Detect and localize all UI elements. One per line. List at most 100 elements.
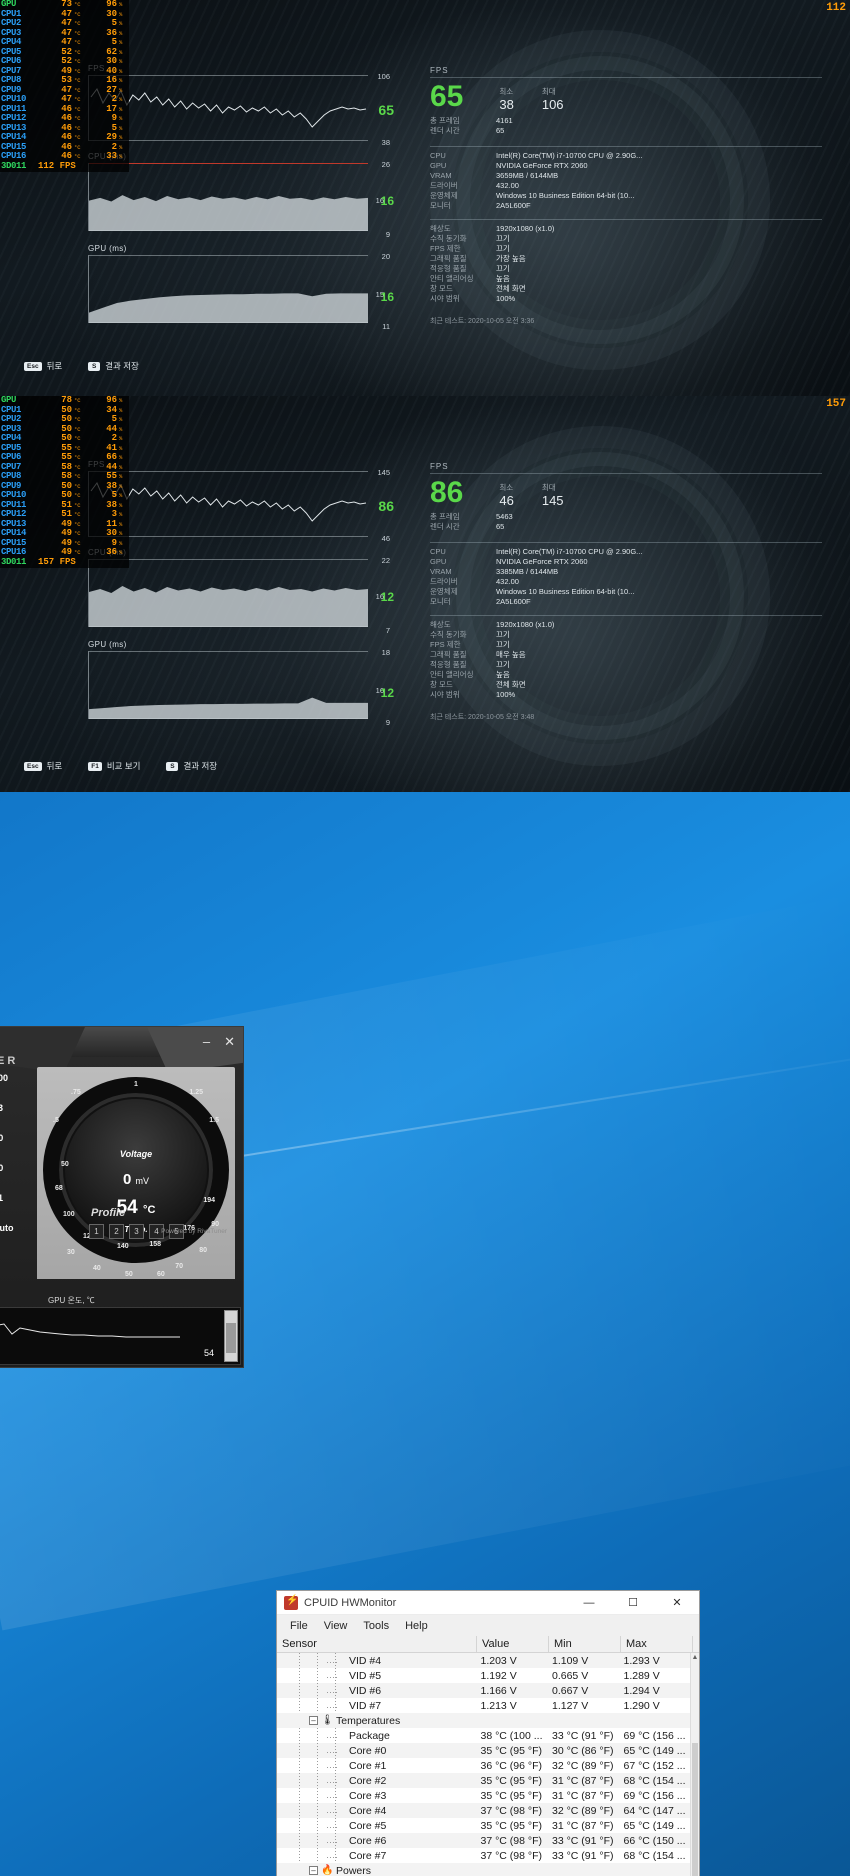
cell-value: 35 °C (95 °F): [480, 1789, 543, 1802]
menu-file[interactable]: File: [282, 1618, 316, 1634]
profile-button-2[interactable]: 2: [109, 1224, 124, 1239]
table-row[interactable]: VID #4 1.203 V 1.109 V 1.293 V: [277, 1653, 690, 1668]
summary-row: 모니터 2A5L600F: [430, 201, 822, 211]
table-row[interactable]: Core #0 35 °C (95 °F) 30 °C (86 °F) 65 °C (…: [277, 1743, 690, 1758]
table-row[interactable]: Core #1 36 °C (96 °F) 32 °C (89 °F) 67 °C (…: [277, 1758, 690, 1773]
minimize-icon[interactable]: —: [567, 1591, 611, 1615]
key-label: 뒤로: [46, 761, 63, 771]
scrollbar-thumb[interactable]: [692, 1743, 698, 1876]
column-header-max[interactable]: Max: [621, 1636, 693, 1652]
cell-min: 33 °C (91 °F): [552, 1729, 614, 1742]
benchmark-keys-1[interactable]: Esc 뒤로 S 결과 저장: [24, 360, 139, 372]
rtss-temp-unit: °C: [74, 435, 81, 442]
benchmark-panel-2: GPU 78 °C 96% CPU1 50 °C 34% CPU2 50 °C 5% CPU3 50 °C 4…: [0, 396, 850, 792]
table-row[interactable]: Core #3 35 °C (95 °F) 31 °C (87 °F) 69 °C (…: [277, 1788, 690, 1803]
hwmonitor-window-buttons[interactable]: — ☐ ✕: [567, 1591, 699, 1615]
table-row[interactable]: VID #6 1.166 V 0.667 V 1.294 V: [277, 1683, 690, 1698]
tree-expander-icon[interactable]: –: [309, 1716, 318, 1725]
key-hint[interactable]: S 결과 저장: [88, 360, 139, 372]
table-row[interactable]: – 🌡 Temperatures: [277, 1713, 690, 1728]
afterburner-graph-scrollbar[interactable]: [224, 1310, 238, 1362]
rtss-temp-unit: °C: [74, 425, 81, 433]
fps-graph-max-1: 106: [377, 72, 390, 81]
table-row[interactable]: Core #4 37 °C (98 °F) 32 °C (89 °F) 64 °C (…: [277, 1803, 690, 1818]
summary-row-key: 수직 동기화: [430, 630, 467, 639]
key-hint[interactable]: Esc 뒤로: [24, 760, 62, 772]
rtss-load-unit: %: [119, 1, 123, 8]
rtss-load-unit: %: [119, 115, 123, 122]
afterburner-window-buttons[interactable]: – ✕: [203, 1034, 235, 1050]
msi-afterburner-window[interactable]: – ✕ ER 100 83 +0 +0 21 Auto 1 .75 1.25 1…: [0, 1026, 244, 1368]
cell-max: 65 °C (149 ...: [623, 1819, 686, 1832]
tree-expander-icon[interactable]: –: [309, 1866, 318, 1875]
cell-max: 66 °C (150 ...: [623, 1834, 686, 1847]
afterburner-mv-number: 0: [122, 1171, 132, 1188]
afterburner-monitoring-graph[interactable]: GPU 온도, ℃ 54: [0, 1296, 241, 1365]
menu-view[interactable]: View: [316, 1618, 356, 1634]
table-row[interactable]: Core #6 37 °C (98 °F) 33 °C (91 °F) 66 °C (…: [277, 1833, 690, 1848]
profile-button-1[interactable]: 1: [89, 1224, 104, 1239]
menu-tools[interactable]: Tools: [355, 1618, 397, 1634]
table-row[interactable]: Package 38 °C (100 ... 33 °C (91 °F) 69 °C …: [277, 1728, 690, 1743]
key-hint[interactable]: Esc 뒤로: [24, 360, 62, 372]
tree-guides: [277, 1668, 339, 1683]
summary-row-value: 2A5L600F: [496, 201, 531, 210]
hwmonitor-column-headers[interactable]: Sensor Value Min Max: [277, 1636, 699, 1653]
table-row[interactable]: VID #7 1.213 V 1.127 V 1.290 V: [277, 1698, 690, 1713]
gpu-ms-graph-min-2: 9: [385, 718, 390, 727]
rtss-temp-unit: °C: [74, 482, 81, 490]
rtss-load-unit: %: [119, 406, 123, 414]
close-icon[interactable]: ✕: [655, 1591, 699, 1615]
table-row[interactable]: Core #2 35 °C (95 °F) 31 °C (87 °F) 68 °C (…: [277, 1773, 690, 1788]
rtss-load-unit: %: [119, 96, 123, 103]
summary-min-value-2: 46: [499, 493, 514, 508]
afterburner-minimize-button[interactable]: –: [203, 1034, 210, 1050]
table-row[interactable]: VID #5 1.192 V 0.665 V 1.289 V: [277, 1668, 690, 1683]
maximize-icon[interactable]: ☐: [611, 1591, 655, 1615]
rtss-load-unit: %: [119, 48, 123, 56]
summary-avg-fps-1: 65: [430, 80, 464, 113]
column-header-value[interactable]: Value: [477, 1636, 549, 1652]
key-hint[interactable]: S 결과 저장: [166, 760, 217, 772]
rtss-load-unit: %: [119, 549, 123, 556]
tree-guides: [277, 1848, 339, 1863]
hwmonitor-window[interactable]: CPUID HWMonitor — ☐ ✕ File View Tools He…: [276, 1590, 700, 1876]
cell-value: 35 °C (95 °F): [480, 1819, 543, 1832]
table-row[interactable]: Core #7 37 °C (98 °F) 33 °C (91 °F) 68 °C (…: [277, 1848, 690, 1863]
summary-row-value: 65: [496, 522, 505, 531]
profile-button-3[interactable]: 3: [129, 1224, 144, 1239]
afterburner-readout-3: +0: [0, 1153, 37, 1183]
tree-guides: [277, 1818, 339, 1833]
summary-footer-1: 최근 테스트: 2020-10-05 오전 3:36: [430, 318, 535, 325]
rtss-load-unit: %: [119, 153, 123, 160]
table-row[interactable]: – 🔥 Powers: [277, 1863, 690, 1876]
column-header-sensor[interactable]: Sensor: [277, 1636, 477, 1652]
rtss-load-unit: %: [119, 520, 123, 528]
afterburner-readout-5: Auto: [0, 1223, 14, 1233]
cell-max: 1.293 V: [623, 1654, 660, 1667]
cpu-ms-graph-min-1: 9: [385, 230, 390, 239]
sensor-label: Package: [327, 1730, 390, 1742]
menu-help[interactable]: Help: [397, 1618, 436, 1634]
rtss-temp-unit: °C: [74, 454, 81, 461]
column-header-min[interactable]: Min: [549, 1636, 621, 1652]
rtss-temp-unit: °C: [74, 105, 81, 113]
summary-max-value-2: 145: [541, 493, 564, 508]
hwmonitor-title-text: CPUID HWMonitor: [304, 1596, 397, 1609]
key-hint[interactable]: F1 비교 보기: [88, 760, 140, 772]
hwmonitor-menubar[interactable]: File View Tools Help: [277, 1615, 699, 1636]
afterburner-close-button[interactable]: ✕: [224, 1034, 235, 1050]
benchmark-keys-2[interactable]: Esc 뒤로 F1 비교 보기 S 결과 저장: [24, 760, 217, 772]
rtss-temp-unit: °C: [74, 473, 81, 480]
rtss-temp-unit: °C: [74, 10, 81, 18]
hwmonitor-vertical-scrollbar[interactable]: ▲ ▼: [690, 1653, 699, 1876]
rtss-temp-unit: °C: [74, 115, 81, 122]
hwmonitor-sensor-tree[interactable]: VID #4 1.203 V 1.109 V 1.293 V VID #5 1.192 V…: [277, 1653, 690, 1876]
rtss-load-unit: %: [119, 10, 123, 18]
hwmonitor-titlebar[interactable]: CPUID HWMonitor — ☐ ✕: [277, 1591, 699, 1615]
summary-row-value: 끄기: [496, 640, 510, 649]
key-cap: Esc: [24, 361, 42, 371]
scroll-up-arrow-icon[interactable]: ▲: [691, 1653, 699, 1662]
table-row[interactable]: Core #5 35 °C (95 °F) 31 °C (87 °F) 65 °C (…: [277, 1818, 690, 1833]
summary-row-value: 높음: [496, 274, 510, 283]
